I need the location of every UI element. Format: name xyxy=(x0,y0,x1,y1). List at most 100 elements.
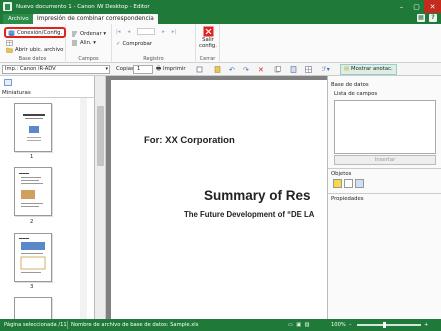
base-datos-secondary-button[interactable] xyxy=(6,40,15,46)
group-label-cerrar: Cerrar xyxy=(199,56,216,62)
image-object-icon[interactable] xyxy=(355,179,364,188)
delete-icon[interactable]: ✕ xyxy=(258,66,265,74)
app-icon xyxy=(3,2,12,11)
print-button[interactable]: 🖶 Imprimir xyxy=(156,65,186,74)
database-heading: Base de datos xyxy=(331,82,369,88)
redo-icon[interactable]: ↷ xyxy=(243,66,250,74)
record-number-field[interactable] xyxy=(137,28,156,35)
tab-mail-merge[interactable]: Impresión de combinar correspondencia xyxy=(33,14,158,24)
group-label-registro: Registro xyxy=(143,56,164,62)
help-icon[interactable]: ? xyxy=(429,14,437,22)
alin-button[interactable]: Alin. ▾ xyxy=(71,40,96,46)
conexion-config-button[interactable]: Conexión/Config. xyxy=(4,27,67,38)
zoom-in-icon[interactable]: + xyxy=(424,322,428,328)
chevron-down-icon: ▾ xyxy=(91,40,96,46)
thumbnail-page-1[interactable] xyxy=(14,103,52,152)
pane-divider xyxy=(328,168,441,169)
group-cerrar: Salir config. Cerrar xyxy=(196,24,220,63)
thumbnails-title: Miniaturas xyxy=(2,90,31,96)
abrir-ubic-archivo-button[interactable]: Abrir ubic. archivo xyxy=(6,47,63,53)
ribbon-tabs: Archivo Impresión de combinar correspond… xyxy=(0,13,441,24)
zoom-slider[interactable] xyxy=(357,324,421,326)
check-icon: ✓ xyxy=(116,41,121,47)
document-icon[interactable] xyxy=(214,66,221,73)
object-icons xyxy=(333,179,364,188)
salir-config-button[interactable]: Salir config. xyxy=(199,26,217,49)
group-label-campos: Campos xyxy=(78,56,99,62)
status-page: Página seleccionada /11 xyxy=(4,322,67,328)
salir-config-label: Salir config. xyxy=(199,37,217,49)
window-title: Nuevo documento 1 - Canon iW Desktop - E… xyxy=(16,3,150,10)
next-record-icon[interactable]: ▸ xyxy=(162,29,165,35)
thumbnails-scrollbar[interactable] xyxy=(80,98,87,319)
database-icon xyxy=(8,29,15,36)
properties-heading: Propiedades xyxy=(331,196,364,202)
abrir-ubic-archivo-label: Abrir ubic. archivo xyxy=(15,47,64,53)
ribbon-right-buttons: ▦ ? xyxy=(417,14,437,22)
thumbnail-number: 2 xyxy=(30,219,34,225)
previous-record-icon[interactable]: ◂ xyxy=(127,29,130,35)
document-vertical-scrollbar[interactable] xyxy=(95,76,106,319)
undo-icon[interactable]: ↶ xyxy=(229,66,236,74)
ribbon: Conexión/Config. Abrir ubic. archivo Bas… xyxy=(0,24,441,63)
sort-icon xyxy=(72,31,77,37)
text-object-icon[interactable] xyxy=(333,179,342,188)
page-icon[interactable] xyxy=(290,66,297,73)
thumbnail-2-preview xyxy=(19,173,43,207)
field-list[interactable] xyxy=(334,100,436,154)
conexion-config-label: Conexión/Config. xyxy=(17,29,63,36)
edit-icon[interactable] xyxy=(196,66,203,73)
copy-icon[interactable] xyxy=(274,66,281,73)
show-notes-label: Mostrar anotac. xyxy=(351,66,393,72)
thumbnails-pane: Miniaturas 1 2 3 xyxy=(0,76,95,319)
thumbnail-number: 1 xyxy=(30,154,34,160)
tab-file[interactable]: Archivo xyxy=(3,14,34,24)
doc-summary-title: Summary of Res xyxy=(204,188,311,203)
print-label: Imprimir xyxy=(163,66,186,72)
insert-button[interactable]: Insertar xyxy=(334,155,436,165)
view-fit-icon[interactable]: ▣ xyxy=(296,322,301,328)
minimize-icon[interactable]: – xyxy=(394,0,409,13)
thumbnail-page-2[interactable] xyxy=(14,167,52,216)
align-icon xyxy=(72,40,77,46)
document-page[interactable]: For: XX Corporation Summary of Res The F… xyxy=(111,80,327,319)
format-icon[interactable]: ℱ▾ xyxy=(322,66,330,73)
table-icon xyxy=(6,40,13,46)
grid-icon[interactable] xyxy=(305,66,312,73)
chevron-down-icon: ▾ xyxy=(101,31,106,37)
show-notes-button[interactable]: ▤ Mostrar anotac. xyxy=(340,64,397,75)
thumbnail-1-preview xyxy=(23,114,45,141)
group-registro: |◂ ◂ ▸ ▸| ✓ Comprobar Registro xyxy=(112,24,196,63)
print-toolbar: Imp.: Canon iR-ADV Copias: 1 🖶 Imprimir … xyxy=(0,63,441,76)
close-icon[interactable]: ✕ xyxy=(424,0,441,13)
view-width-icon[interactable]: ▥ xyxy=(304,322,309,328)
copies-input[interactable]: 1 xyxy=(133,65,153,74)
field-object-icon[interactable] xyxy=(344,179,353,188)
comprobar-label: Comprobar xyxy=(122,41,153,47)
last-record-icon[interactable]: ▸| xyxy=(172,29,176,35)
thumbnail-tool-icon[interactable] xyxy=(4,79,12,86)
title-bar: Nuevo documento 1 - Canon iW Desktop - E… xyxy=(0,0,441,13)
group-base-datos: Conexión/Config. Abrir ubic. archivo Bas… xyxy=(0,24,67,63)
notes-icon: ▤ xyxy=(344,66,350,72)
comprobar-button[interactable]: ✓ Comprobar xyxy=(116,41,152,47)
status-bar: Página seleccionada /11 Nombre de archiv… xyxy=(0,319,441,331)
scrollbar-thumb[interactable] xyxy=(97,106,104,166)
thumbnail-page-3[interactable] xyxy=(14,233,52,282)
ordenar-button[interactable]: Ordenar ▾ xyxy=(71,31,106,37)
objects-heading: Objetos xyxy=(331,171,352,177)
settings-icon[interactable]: ▦ xyxy=(417,14,425,22)
thumbnail-page-4[interactable] xyxy=(14,297,52,319)
printer-select[interactable]: Imp.: Canon iR-ADV xyxy=(2,65,110,74)
group-campos: Ordenar ▾ Alin. ▾ Campos xyxy=(66,24,112,63)
status-separator xyxy=(67,321,68,329)
pane-divider xyxy=(328,193,441,194)
status-db-file: Nombre de archivo de base de datos: Samp… xyxy=(71,322,199,328)
group-label-base-datos: Base datos xyxy=(18,56,47,62)
thumbnail-number: 3 xyxy=(30,284,34,290)
zoom-out-icon[interactable]: – xyxy=(349,322,352,328)
view-normal-icon[interactable]: ▭ xyxy=(288,322,293,328)
zoom-slider-handle[interactable] xyxy=(383,322,386,328)
maximize-icon[interactable]: ▢ xyxy=(409,0,424,13)
first-record-icon[interactable]: |◂ xyxy=(116,29,120,35)
